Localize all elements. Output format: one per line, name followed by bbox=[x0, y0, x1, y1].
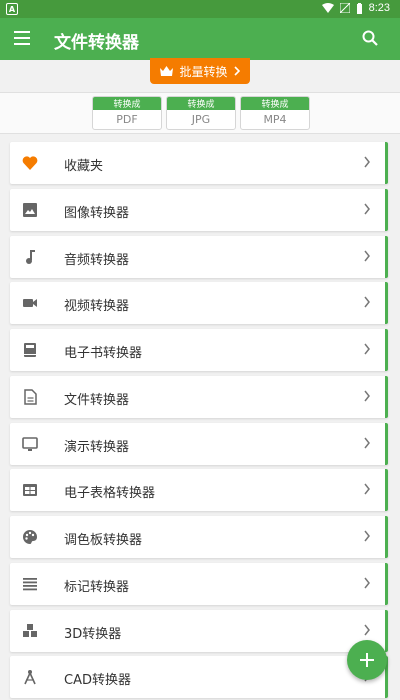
batch-convert-label: 批量转换 bbox=[179, 64, 228, 79]
wifi-icon bbox=[321, 3, 334, 13]
crown-icon bbox=[160, 66, 174, 76]
menu-icon[interactable] bbox=[14, 31, 30, 45]
chevron-right-icon bbox=[364, 530, 370, 542]
list-item-label: 演示转换器 bbox=[64, 439, 130, 455]
list-item-ebook-converter[interactable]: 电子书转换器 bbox=[10, 329, 388, 371]
list-item-palette-converter[interactable]: 调色板转换器 bbox=[10, 516, 388, 558]
chevron-right-icon bbox=[364, 203, 370, 215]
convert-to-mp4-button[interactable]: 转换成 MP4 bbox=[240, 96, 310, 130]
chevron-right-icon bbox=[364, 624, 370, 635]
chevron-right-icon bbox=[364, 156, 370, 168]
list-item-favorites[interactable]: 收藏夹 bbox=[10, 142, 388, 184]
list-item-label: 图像转换器 bbox=[64, 205, 130, 221]
page-title: 文件转换器 bbox=[54, 33, 139, 53]
chevron-right-icon bbox=[233, 66, 240, 76]
add-button[interactable] bbox=[347, 640, 387, 680]
convert-to-pdf-button[interactable]: 转换成 PDF bbox=[92, 96, 162, 130]
list-item-label: 收藏夹 bbox=[64, 159, 104, 174]
video-camera-icon bbox=[23, 299, 37, 308]
chevron-right-icon bbox=[364, 577, 370, 589]
clock: 8:23 bbox=[368, 2, 390, 14]
list-item-presentation-converter[interactable]: 演示转换器 bbox=[10, 422, 388, 465]
list-item-video-converter[interactable]: 视频转换器 bbox=[10, 282, 388, 325]
chevron-right-icon bbox=[364, 437, 370, 448]
list-item-spreadsheet-converter[interactable]: 电子表格转换器 bbox=[10, 469, 388, 512]
chevron-right-icon bbox=[364, 483, 370, 495]
markup-lines-icon bbox=[23, 577, 37, 591]
cad-compass-icon bbox=[24, 670, 36, 685]
batch-convert-button[interactable]: 批量转换 bbox=[150, 58, 250, 84]
table-icon bbox=[23, 484, 37, 497]
list-item-audio-converter[interactable]: 音频转换器 bbox=[10, 235, 388, 278]
list-item-markup-converter[interactable]: 标记转换器 bbox=[10, 562, 388, 605]
list-item-label: CAD转换器 bbox=[64, 673, 131, 689]
chevron-right-icon bbox=[364, 296, 370, 308]
converter-list: 收藏夹 图像转换器 音频转换器 视频转换器 电子书转换器 文件转换器 演示转换器… bbox=[10, 142, 390, 700]
chevron-right-icon bbox=[364, 343, 370, 355]
list-item-label: 调色板转换器 bbox=[64, 533, 143, 548]
music-note-icon bbox=[26, 249, 35, 264]
image-icon bbox=[23, 202, 37, 217]
list-item-label: 电子书转换器 bbox=[64, 346, 143, 361]
chevron-right-icon bbox=[364, 390, 370, 402]
chip-format: MP4 bbox=[263, 113, 287, 126]
chip-format: JPG bbox=[191, 113, 211, 126]
list-item-3d-converter[interactable]: 3D转换器 bbox=[10, 609, 388, 652]
list-item-label: 电子表格转换器 bbox=[64, 486, 156, 502]
plus-icon bbox=[360, 653, 374, 667]
list-item-label: 3D转换器 bbox=[64, 626, 122, 642]
list-item-label: 文件转换器 bbox=[64, 392, 130, 408]
book-icon bbox=[24, 343, 36, 357]
document-icon bbox=[24, 389, 37, 405]
list-item-cad-converter[interactable]: CAD转换器 bbox=[10, 656, 388, 699]
heart-icon bbox=[22, 156, 38, 170]
chip-caption: 转换成 bbox=[93, 97, 161, 110]
convert-to-jpg-button[interactable]: 转换成 JPG bbox=[166, 96, 236, 130]
list-item-document-converter[interactable]: 文件转换器 bbox=[10, 375, 388, 418]
list-item-label: 视频转换器 bbox=[64, 299, 130, 315]
chip-format: PDF bbox=[116, 113, 138, 126]
list-item-label: 标记转换器 bbox=[64, 579, 130, 595]
chip-caption: 转换成 bbox=[167, 97, 235, 110]
list-item-label: 音频转换器 bbox=[64, 252, 130, 268]
signal-icon bbox=[339, 3, 350, 13]
cubes-icon bbox=[23, 623, 37, 637]
quick-convert-bar: 转换成 PDF 转换成 JPG 转换成 MP4 bbox=[0, 92, 400, 134]
palette-icon bbox=[23, 530, 37, 544]
battery-icon bbox=[356, 2, 362, 14]
chip-caption: 转换成 bbox=[241, 97, 309, 110]
monitor-icon bbox=[22, 436, 38, 451]
chevron-right-icon bbox=[364, 250, 370, 261]
notification-a-icon: A bbox=[6, 3, 18, 15]
list-item-image-converter[interactable]: 图像转换器 bbox=[10, 188, 388, 231]
app-bar: 文件转换器 bbox=[0, 18, 400, 60]
search-icon[interactable] bbox=[362, 30, 378, 46]
status-bar: A 8:23 bbox=[0, 0, 400, 18]
